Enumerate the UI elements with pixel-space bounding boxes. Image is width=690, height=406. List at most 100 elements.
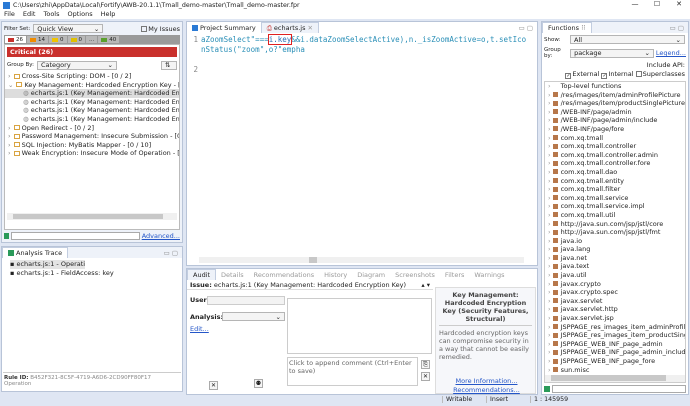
menu-file[interactable]: File <box>0 10 19 19</box>
tab-diagram[interactable]: Diagram <box>352 269 390 280</box>
category-node[interactable]: › SQL Injection: MyBatis Mapper - [0 / 10… <box>5 141 179 150</box>
issue-item[interactable]: ◍ echarts.js:1 (Key Management: Hardcode… <box>5 89 179 98</box>
function-package-item[interactable]: › com.xq.tmall.service <box>545 194 685 203</box>
function-package-item[interactable]: › java.text <box>545 262 685 271</box>
chevron-right-icon[interactable]: › <box>545 323 551 331</box>
maximize-button[interactable]: ☐ <box>646 0 668 8</box>
severity-tab[interactable]: 14 <box>27 36 48 43</box>
chevron-right-icon[interactable]: › <box>545 168 551 176</box>
issue-item[interactable]: ◍ echarts.js:1 (Key Management: Hardcode… <box>5 115 179 124</box>
chevron-right-icon[interactable]: › <box>5 124 11 132</box>
chevron-right-icon[interactable]: › <box>545 366 551 374</box>
function-package-item[interactable]: › Top-level functions <box>545 82 685 91</box>
function-package-item[interactable]: › java.io <box>545 237 685 246</box>
severity-tab[interactable]: 26 <box>5 36 26 43</box>
category-node[interactable]: › Password Management: Insecure Submissio… <box>5 132 179 141</box>
function-package-item[interactable]: ›/WEB-INF/page/admin/include <box>545 116 685 125</box>
chevron-right-icon[interactable]: › <box>545 177 551 185</box>
chevron-right-icon[interactable]: › <box>545 91 551 99</box>
function-package-item[interactable]: › javax.servlet <box>545 297 685 306</box>
chevron-right-icon[interactable]: › <box>545 237 551 245</box>
chevron-right-icon[interactable]: › <box>5 141 11 149</box>
tab-echarts-js[interactable]: ⎙ echarts.js ✕ <box>260 22 319 33</box>
superclasses-checkbox[interactable]: Superclasses <box>635 70 685 78</box>
horizontal-scrollbar[interactable] <box>7 213 177 220</box>
critical-header[interactable]: Critical (26) <box>7 47 177 57</box>
function-package-item[interactable]: › sun.misc <box>545 366 685 375</box>
category-node[interactable]: › Weak Encryption: Insecure Mode of Opera… <box>5 149 179 158</box>
advanced-link[interactable]: Advanced... <box>142 232 180 240</box>
issue-item[interactable]: ◍ echarts.js:1 (Key Management: Hardcode… <box>5 98 179 107</box>
panel-controls[interactable]: ▭ ▢ <box>164 249 182 257</box>
function-package-item[interactable]: › com.xq.tmall.entity <box>545 177 685 186</box>
category-node[interactable]: › Open Redirect - [0 / 2] <box>5 124 179 133</box>
save-comment-button[interactable]: ⎘ <box>421 360 430 369</box>
internal-checkbox[interactable]: ✓ Internal <box>601 70 634 79</box>
analysis-dropdown[interactable]: ⌄ <box>222 312 285 321</box>
chevron-right-icon[interactable]: › <box>545 185 551 193</box>
function-package-item[interactable]: ›/WEB-INF/page/admin <box>545 108 685 117</box>
recommendations-link[interactable]: Recommendations... <box>436 386 537 394</box>
assign-button[interactable]: ⚉ <box>254 379 263 388</box>
function-package-item[interactable]: › JSPPAGE_WEB_INF_page_admin <box>545 340 685 349</box>
chevron-right-icon[interactable]: › <box>545 220 551 228</box>
function-package-item[interactable]: › java.net <box>545 254 685 263</box>
menu-options[interactable]: Options <box>64 10 97 19</box>
menu-help[interactable]: Help <box>97 10 120 19</box>
chevron-right-icon[interactable]: › <box>545 357 551 365</box>
chevron-right-icon[interactable]: › <box>545 331 551 339</box>
function-package-item[interactable]: ›/res/images/item/productSinglePicture <box>545 99 685 108</box>
group-by-dropdown[interactable]: package ⌄ <box>570 48 654 58</box>
chevron-right-icon[interactable]: › <box>545 305 551 313</box>
tab-audit[interactable]: Audit <box>187 269 217 280</box>
issue-nav-arrows[interactable]: ▴ ▾ <box>421 281 430 289</box>
chevron-right-icon[interactable]: › <box>545 202 551 210</box>
function-package-item[interactable]: › javax.crypto <box>545 280 685 289</box>
function-package-item[interactable]: ›/res/images/item/adminProfilePicture <box>545 91 685 100</box>
close-tab-icon[interactable]: ✕ <box>307 24 312 32</box>
category-node[interactable]: ⌄ Key Management: Hardcoded Encryption Ke… <box>5 81 179 90</box>
tab-history[interactable]: History <box>319 269 352 280</box>
chevron-right-icon[interactable]: › <box>545 228 551 236</box>
function-package-item[interactable]: ›JSPPAGE_res_images_item_productSinglePi… <box>545 331 685 340</box>
group-by-dropdown[interactable]: Category ⌄ <box>36 60 117 70</box>
chevron-right-icon[interactable]: › <box>545 288 551 296</box>
function-package-item[interactable]: › com.xq.tmall.dao <box>545 168 685 177</box>
chevron-right-icon[interactable]: › <box>545 125 551 133</box>
external-checkbox[interactable]: ✓ External <box>565 70 599 79</box>
function-package-item[interactable]: › com.xq.tmall.controller <box>545 142 685 151</box>
chevron-right-icon[interactable]: › <box>545 194 551 202</box>
chevron-right-icon[interactable]: › <box>545 254 551 262</box>
close-button[interactable]: ✕ <box>668 0 690 8</box>
chevron-down-icon[interactable]: ⌄ <box>5 81 13 89</box>
chevron-right-icon[interactable]: › <box>545 99 551 107</box>
menu-edit[interactable]: Edit <box>19 10 40 19</box>
issue-item[interactable]: ◍ echarts.js:1 (Key Management: Hardcode… <box>5 106 179 115</box>
chevron-right-icon[interactable]: › <box>545 211 551 219</box>
my-issues-checkbox[interactable]: My Issues <box>141 25 180 33</box>
chevron-right-icon[interactable]: › <box>545 245 551 253</box>
tab-screenshots[interactable]: Screenshots <box>390 269 440 280</box>
chevron-right-icon[interactable]: › <box>545 116 551 124</box>
chevron-right-icon[interactable]: › <box>545 108 551 116</box>
clear-comment-button[interactable]: ✕ <box>421 372 430 381</box>
functions-horizontal-scrollbar[interactable] <box>545 375 685 382</box>
chevron-right-icon[interactable]: › <box>545 297 551 305</box>
chevron-right-icon[interactable]: › <box>545 314 551 322</box>
severity-tab[interactable]: ... <box>86 36 98 43</box>
chevron-right-icon[interactable]: › <box>5 72 11 80</box>
chevron-right-icon[interactable]: › <box>5 132 11 140</box>
minimize-button[interactable]: — <box>624 0 646 8</box>
category-node[interactable]: › Cross-Site Scripting: DOM - [0 / 2] <box>5 72 179 81</box>
comment-input[interactable]: Click to append comment (Ctrl+Enter to s… <box>287 357 418 386</box>
issue-search-input[interactable] <box>11 232 140 240</box>
function-package-item[interactable]: › com.xq.tmall.util <box>545 211 685 220</box>
panel-controls[interactable]: ▭ ▢ <box>670 24 688 32</box>
function-package-item[interactable]: › com.xq.tmall.service.impl <box>545 202 685 211</box>
tab-details[interactable]: Details <box>216 269 249 280</box>
function-package-item[interactable]: › com.xq.tmall.controller.fore <box>545 159 685 168</box>
trace-item[interactable]: ▪ echarts.js:1 - FieldAccess: key <box>10 269 174 278</box>
show-dropdown[interactable]: All ⌄ <box>570 35 685 44</box>
tab-recommendations[interactable]: Recommendations <box>249 269 320 280</box>
chevron-right-icon[interactable]: › <box>5 149 11 157</box>
